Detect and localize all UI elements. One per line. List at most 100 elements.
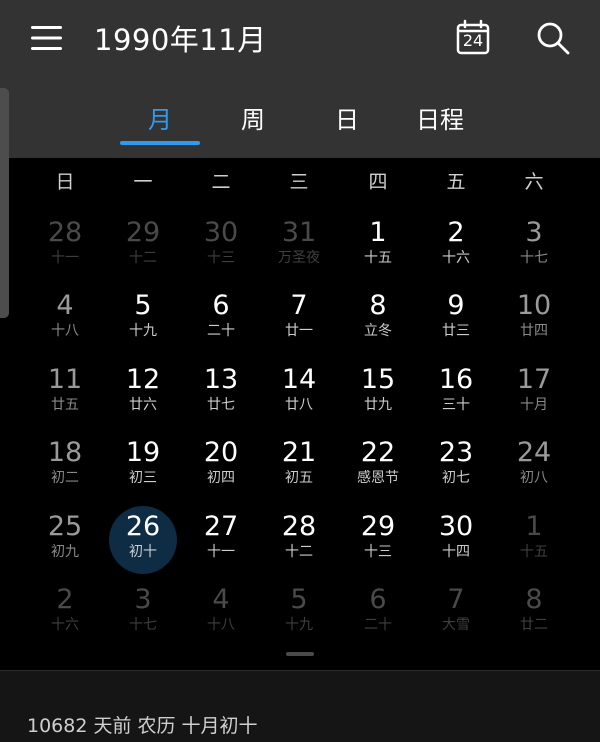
- day-cell[interactable]: 19 初三: [104, 430, 182, 502]
- day-cell[interactable]: 30 十三: [182, 210, 260, 282]
- day-number: 19: [125, 437, 161, 468]
- day-cell[interactable]: 8 立冬: [339, 283, 417, 355]
- day-number: 10: [516, 290, 552, 321]
- day-cell[interactable]: 12 廿六: [104, 357, 182, 429]
- day-cell[interactable]: 22 感恩节: [339, 430, 417, 502]
- day-cell[interactable]: 13 廿七: [182, 357, 260, 429]
- today-number: 24: [462, 31, 484, 50]
- day-number: 11: [47, 364, 83, 395]
- day-number: 6: [369, 584, 387, 615]
- tab-week[interactable]: 周: [213, 100, 293, 140]
- tab-day[interactable]: 日: [307, 100, 387, 140]
- lunar-date: 廿四: [520, 323, 548, 339]
- day-number: 2: [447, 217, 465, 248]
- day-cell[interactable]: 10 廿四: [495, 283, 573, 355]
- day-number: 27: [203, 511, 239, 542]
- day-number: 8: [525, 584, 543, 615]
- tab-schedule[interactable]: 日程: [400, 100, 480, 140]
- day-cell[interactable]: 5 十九: [260, 577, 338, 649]
- day-number: 1: [369, 217, 387, 248]
- weekday-label: 二: [211, 171, 231, 193]
- day-number: 13: [203, 364, 239, 395]
- day-cell[interactable]: 2 十六: [26, 577, 104, 649]
- day-cell[interactable]: 29 十二: [104, 210, 182, 282]
- lunar-date: 十九: [129, 323, 157, 339]
- day-cell[interactable]: 20 初四: [182, 430, 260, 502]
- day-number: 7: [290, 290, 308, 321]
- day-cell[interactable]: 24 初八: [495, 430, 573, 502]
- day-cell[interactable]: 7 大雪: [417, 577, 495, 649]
- day-cell[interactable]: 23 初七: [417, 430, 495, 502]
- day-cell[interactable]: 1 十五: [339, 210, 417, 282]
- lunar-date: 十五: [520, 544, 548, 560]
- day-number: 5: [134, 290, 152, 321]
- day-number: 21: [281, 437, 317, 468]
- day-cell[interactable]: 1 十五: [495, 504, 573, 576]
- month-title[interactable]: 1990年11月: [94, 17, 267, 59]
- day-cell[interactable]: 4 十八: [182, 577, 260, 649]
- lunar-date: 初四: [207, 470, 235, 486]
- day-cell[interactable]: 29 十三: [339, 504, 417, 576]
- day-cell[interactable]: 16 三十: [417, 357, 495, 429]
- search-icon: [537, 22, 570, 55]
- drag-handle[interactable]: [286, 652, 314, 656]
- lunar-date: 十二: [129, 250, 157, 266]
- day-cell[interactable]: 2 十六: [417, 210, 495, 282]
- day-cell[interactable]: 7 廿一: [260, 283, 338, 355]
- day-number: 9: [447, 290, 465, 321]
- menu-button[interactable]: [28, 22, 66, 54]
- day-cell[interactable]: 21 初五: [260, 430, 338, 502]
- lunar-date: 初九: [51, 544, 79, 560]
- weekday-label: 五: [446, 171, 466, 193]
- day-cell-selected[interactable]: 26 初十: [104, 504, 182, 576]
- date-info-bar: 10682 天前 农历 十月初十: [0, 670, 600, 742]
- lunar-date: 感恩节: [357, 470, 399, 486]
- lunar-date: 初八: [520, 470, 548, 486]
- day-number: 4: [212, 584, 230, 615]
- day-number: 20: [203, 437, 239, 468]
- lunar-date: 十六: [51, 617, 79, 633]
- day-number: 4: [56, 290, 74, 321]
- lunar-date: 廿一: [285, 323, 313, 339]
- day-cell[interactable]: 4 十八: [26, 283, 104, 355]
- day-number: 16: [438, 364, 474, 395]
- day-number: 3: [525, 217, 543, 248]
- day-number: 18: [47, 437, 83, 468]
- today-button[interactable]: 24: [454, 19, 492, 57]
- tab-month[interactable]: 月: [120, 100, 200, 140]
- day-cell[interactable]: 17 十月: [495, 357, 573, 429]
- day-number: 1: [525, 511, 543, 542]
- day-cell[interactable]: 3 十七: [495, 210, 573, 282]
- lunar-date: 十七: [129, 617, 157, 633]
- day-number: 26: [125, 511, 161, 542]
- day-cell[interactable]: 27 十一: [182, 504, 260, 576]
- day-cell[interactable]: 6 二十: [182, 283, 260, 355]
- day-cell[interactable]: 14 廿八: [260, 357, 338, 429]
- day-cell[interactable]: 11 廿五: [26, 357, 104, 429]
- day-cell[interactable]: 18 初二: [26, 430, 104, 502]
- lunar-date: 十一: [51, 250, 79, 266]
- day-number: 25: [47, 511, 83, 542]
- day-cell[interactable]: 9 廿三: [417, 283, 495, 355]
- day-cell[interactable]: 8 廿二: [495, 577, 573, 649]
- day-cell[interactable]: 6 二十: [339, 577, 417, 649]
- lunar-date: 十八: [51, 323, 79, 339]
- weekday-label: 三: [289, 171, 309, 193]
- day-cell[interactable]: 25 初九: [26, 504, 104, 576]
- edge-scroll-handle[interactable]: [0, 88, 9, 318]
- lunar-date: 十三: [207, 250, 235, 266]
- lunar-date: 十二: [285, 544, 313, 560]
- day-cell[interactable]: 15 廿九: [339, 357, 417, 429]
- day-cell[interactable]: 3 十七: [104, 577, 182, 649]
- weekday-label: 六: [524, 171, 544, 193]
- search-button[interactable]: [534, 19, 572, 57]
- top-app-bar: 1990年11月 24 月 周 日 日程: [0, 0, 600, 158]
- day-number: 17: [516, 364, 552, 395]
- day-cell[interactable]: 28 十一: [26, 210, 104, 282]
- lunar-date: 初二: [51, 470, 79, 486]
- day-cell[interactable]: 30 十四: [417, 504, 495, 576]
- day-cell[interactable]: 5 十九: [104, 283, 182, 355]
- weekday-label: 一: [133, 171, 153, 193]
- day-cell[interactable]: 28 十二: [260, 504, 338, 576]
- day-cell[interactable]: 31 万圣夜: [260, 210, 338, 282]
